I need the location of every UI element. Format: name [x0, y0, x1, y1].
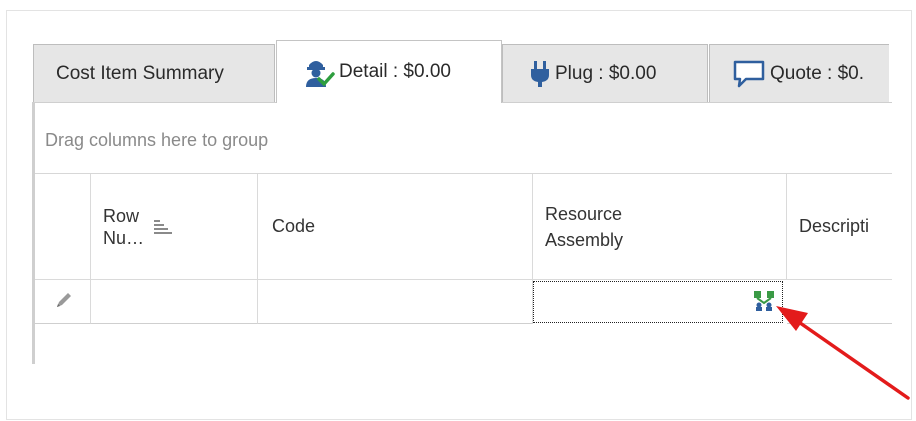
tab-label: Detail : $0.00 [339, 61, 451, 82]
tab-detail[interactable]: Detail : $0.00 [276, 40, 502, 103]
worker-check-icon [301, 57, 335, 87]
